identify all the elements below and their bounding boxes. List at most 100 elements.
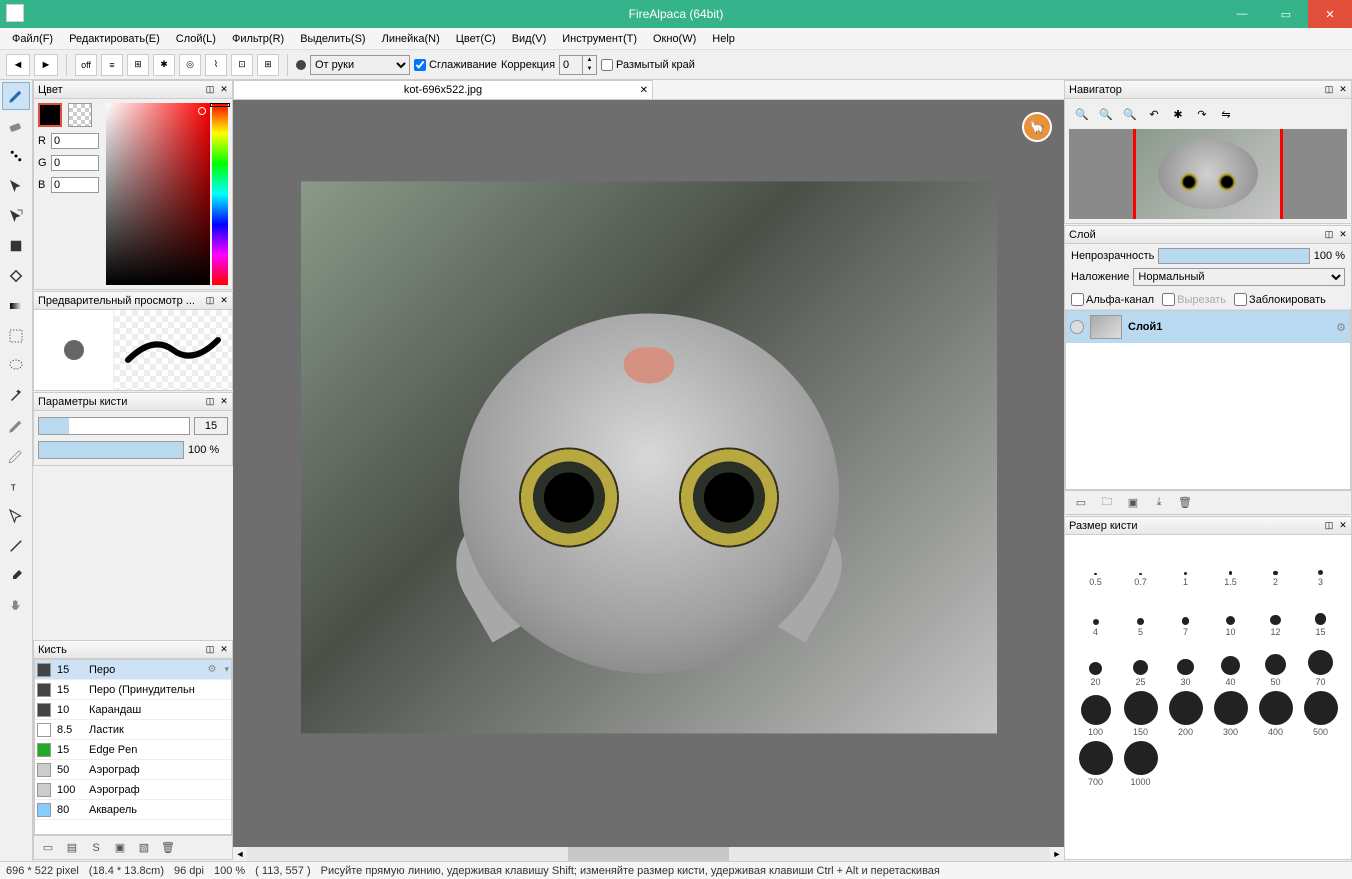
text-tool[interactable]: T xyxy=(2,472,30,500)
menu-select[interactable]: Выделить(S) xyxy=(292,31,373,47)
menu-file[interactable]: Файл(F) xyxy=(4,31,61,47)
brush-size-cell[interactable]: 20 xyxy=(1073,639,1118,687)
document-tab[interactable]: kot-696x522.jpg ✕ xyxy=(233,80,653,99)
brush-tool[interactable] xyxy=(2,82,30,110)
tab-close-icon[interactable]: ✕ xyxy=(640,85,648,96)
panel-dock-icon[interactable]: ◫ xyxy=(204,295,216,307)
brush-list[interactable]: 15 Перо ⚙▾ 15 Перо (Принудительн 10 Кара… xyxy=(34,659,232,835)
firealpaca-badge-icon[interactable]: 🦙 xyxy=(1022,112,1052,142)
panel-close-icon[interactable]: ✕ xyxy=(1337,520,1349,532)
brush-size-cell[interactable]: 25 xyxy=(1118,639,1163,687)
layer-list[interactable]: Слой1 ⚙ xyxy=(1065,310,1351,490)
select-pen-tool[interactable] xyxy=(2,412,30,440)
zoom-fit-icon[interactable]: 🔍 xyxy=(1121,105,1139,123)
folder-brush-icon[interactable]: ▧ xyxy=(136,840,152,856)
snap-radial-button[interactable]: ✱ xyxy=(153,54,175,76)
panel-dock-icon[interactable]: ◫ xyxy=(1323,84,1335,96)
duplicate-brush-icon[interactable]: ▣ xyxy=(112,840,128,856)
blur-edge-checkbox[interactable] xyxy=(601,59,613,71)
duplicate-layer-icon[interactable]: ▣ xyxy=(1125,495,1141,511)
correction-spinner[interactable]: 0▲▼ xyxy=(559,55,597,75)
brush-size-cell[interactable]: 150 xyxy=(1118,689,1163,737)
select-rect-tool[interactable] xyxy=(2,322,30,350)
navigator-thumbnail[interactable] xyxy=(1069,129,1347,219)
panel-close-icon[interactable]: ✕ xyxy=(1337,229,1349,241)
transform-tool[interactable] xyxy=(2,202,30,230)
flip-icon[interactable]: ⇋ xyxy=(1217,105,1235,123)
background-color-swatch[interactable] xyxy=(68,103,92,127)
merge-layer-icon[interactable]: ⤓ xyxy=(1151,495,1167,511)
brush-size-cell[interactable]: 3 xyxy=(1298,539,1343,587)
layer-row[interactable]: Слой1 ⚙ xyxy=(1066,311,1350,343)
brush-size-cell[interactable]: 15 xyxy=(1298,589,1343,637)
snap-vanish-button[interactable]: ⊡ xyxy=(231,54,253,76)
hue-slider[interactable] xyxy=(212,103,228,285)
canvas-viewport[interactable]: 🦙 xyxy=(233,100,1064,847)
move-tool[interactable] xyxy=(2,172,30,200)
hand-tool[interactable] xyxy=(2,592,30,620)
brush-opacity-slider[interactable] xyxy=(38,441,184,459)
brush-size-cell[interactable]: 7 xyxy=(1163,589,1208,637)
eraser-tool[interactable] xyxy=(2,112,30,140)
brush-settings-icon[interactable]: ⚙ xyxy=(208,664,217,675)
brush-size-cell[interactable]: 0.7 xyxy=(1118,539,1163,587)
menu-ruler[interactable]: Линейка(N) xyxy=(374,31,448,47)
brush-list-item[interactable]: 10 Карандаш xyxy=(35,700,231,720)
panel-dock-icon[interactable]: ◫ xyxy=(1323,520,1335,532)
brush-list-item[interactable]: 15 Перо (Принудительн xyxy=(35,680,231,700)
menu-tool[interactable]: Инструмент(T) xyxy=(554,31,645,47)
minimize-button[interactable]: — xyxy=(1220,0,1264,28)
bucket-tool[interactable] xyxy=(2,262,30,290)
sv-picker[interactable] xyxy=(106,103,210,285)
foreground-color-swatch[interactable] xyxy=(38,103,62,127)
panel-close-icon[interactable]: ✕ xyxy=(218,644,230,656)
brush-size-cell[interactable]: 0.5 xyxy=(1073,539,1118,587)
brush-size-cell[interactable]: 70 xyxy=(1298,639,1343,687)
snap-circle-button[interactable]: ◎ xyxy=(179,54,201,76)
layer-opacity-slider[interactable] xyxy=(1158,248,1309,264)
gradient-tool[interactable] xyxy=(2,292,30,320)
snap-settings-button[interactable]: ⊞ xyxy=(257,54,279,76)
r-input[interactable] xyxy=(51,133,99,149)
menu-edit[interactable]: Редактировать(E) xyxy=(61,31,168,47)
eyedropper-tool[interactable] xyxy=(2,562,30,590)
close-button[interactable]: ✕ xyxy=(1308,0,1352,28)
snap-grid-button[interactable]: ⊞ xyxy=(127,54,149,76)
panel-close-icon[interactable]: ✕ xyxy=(218,84,230,96)
horizontal-scrollbar[interactable]: ◄► xyxy=(233,847,1064,861)
zoom-in-icon[interactable]: 🔍 xyxy=(1073,105,1091,123)
rotate-right-icon[interactable]: ↷ xyxy=(1193,105,1211,123)
brush-list-item[interactable]: 50 Аэрограф xyxy=(35,760,231,780)
rotate-left-icon[interactable]: ↶ xyxy=(1145,105,1163,123)
delete-layer-icon[interactable]: 🗑 xyxy=(1177,495,1193,511)
clip-checkbox[interactable] xyxy=(1162,293,1175,306)
g-input[interactable] xyxy=(51,155,99,171)
brush-size-cell[interactable]: 12 xyxy=(1253,589,1298,637)
blend-mode-select[interactable]: Нормальный xyxy=(1133,268,1345,286)
brush-size-cell[interactable]: 2 xyxy=(1253,539,1298,587)
menu-layer[interactable]: Слой(L) xyxy=(168,31,224,47)
add-script-brush-icon[interactable]: ▤ xyxy=(64,840,80,856)
brush-size-cell[interactable]: 1.5 xyxy=(1208,539,1253,587)
object-tool[interactable] xyxy=(2,502,30,530)
brush-list-item[interactable]: 80 Акварель xyxy=(35,800,231,820)
antialias-checkbox[interactable] xyxy=(414,59,426,71)
zoom-out-icon[interactable]: 🔍 xyxy=(1097,105,1115,123)
menu-color[interactable]: Цвет(C) xyxy=(448,31,504,47)
panel-dock-icon[interactable]: ◫ xyxy=(204,84,216,96)
brush-size-cell[interactable]: 10 xyxy=(1208,589,1253,637)
add-bitmap-brush-icon[interactable]: S xyxy=(88,840,104,856)
rotate-reset-icon[interactable]: ✱ xyxy=(1169,105,1187,123)
brush-list-item[interactable]: 15 Перо ⚙▾ xyxy=(35,660,231,680)
brush-size-cell[interactable]: 300 xyxy=(1208,689,1253,737)
panel-dock-icon[interactable]: ◫ xyxy=(204,396,216,408)
panel-close-icon[interactable]: ✕ xyxy=(218,295,230,307)
alpha-channel-checkbox[interactable] xyxy=(1071,293,1084,306)
panel-dock-icon[interactable]: ◫ xyxy=(1323,229,1335,241)
brush-size-cell[interactable]: 500 xyxy=(1298,689,1343,737)
panel-close-icon[interactable]: ✕ xyxy=(1337,84,1349,96)
new-layer-icon[interactable]: ▭ xyxy=(1073,495,1089,511)
brush-size-slider[interactable] xyxy=(38,417,190,435)
new-folder-icon[interactable]: 🗀 xyxy=(1099,495,1115,511)
brush-size-cell[interactable]: 400 xyxy=(1253,689,1298,737)
